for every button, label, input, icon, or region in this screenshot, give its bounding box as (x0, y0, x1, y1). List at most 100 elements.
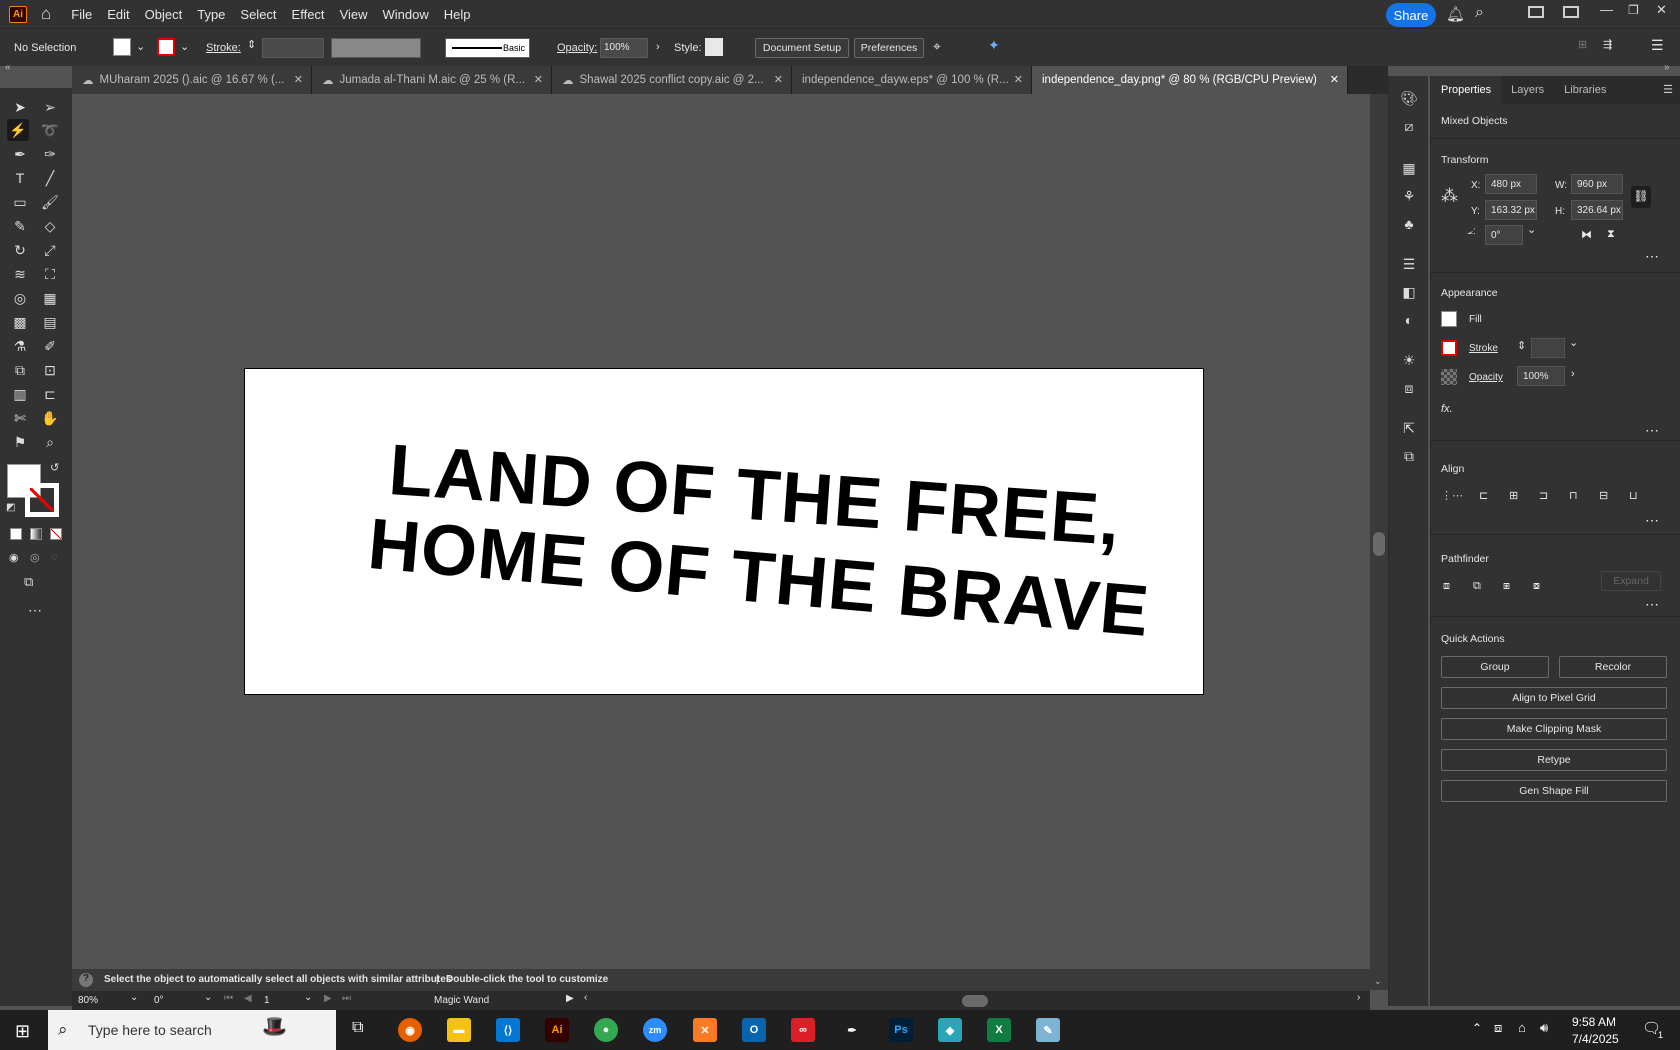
expand-button[interactable]: Expand (1601, 571, 1661, 591)
stroke-color-swatch[interactable] (25, 483, 59, 517)
align-icon[interactable]: ⊞ (1578, 38, 1587, 51)
preferences-button[interactable]: Preferences (854, 38, 924, 58)
clock-time[interactable]: 9:58 AM (1572, 1015, 1616, 1029)
file-explorer-icon[interactable]: ▬ (447, 1018, 471, 1042)
prev-artboard-icon[interactable]: ◀ (244, 993, 252, 1004)
workspace-icon[interactable] (1528, 6, 1544, 18)
bell-icon[interactable]: 🔔︎ (1446, 5, 1465, 23)
opacity-field[interactable]: 100% (600, 38, 648, 58)
align-vcenter-icon[interactable]: ⊟ (1599, 489, 1608, 502)
flip-vertical-icon[interactable]: ⧗ (1607, 228, 1615, 241)
unite-icon[interactable]: ⧈ (1443, 580, 1450, 593)
stepper-icon[interactable]: ⇕ (1517, 339, 1526, 352)
search-icon[interactable]: ⌕ (1475, 4, 1484, 22)
scroll-thumb[interactable] (1373, 532, 1385, 556)
pen-app-icon[interactable]: ✒ (840, 1018, 864, 1042)
none-mode-icon[interactable] (50, 528, 62, 540)
vscode-icon[interactable]: ⟨⟩ (496, 1018, 520, 1042)
photoshop-icon[interactable]: Ps (889, 1018, 913, 1042)
exclude-icon[interactable]: ⧇ (1533, 580, 1540, 593)
stroke-swatch[interactable] (157, 38, 175, 56)
close-tab-icon[interactable]: ✕ (1330, 73, 1339, 86)
graph-tool-icon[interactable]: ▥ (9, 383, 31, 405)
appearance-icon[interactable]: ☀ (1399, 350, 1419, 370)
pencil-tool-icon[interactable]: ✎ (9, 215, 31, 237)
artboard[interactable]: LAND OF THE FREE, HOME OF THE BRAVE (244, 368, 1204, 695)
tab-layers[interactable]: Layers (1501, 76, 1554, 104)
style-swatch[interactable] (705, 38, 723, 56)
curvature-tool-icon[interactable]: ✑ (39, 143, 61, 165)
horizontal-scroll-thumb[interactable] (962, 995, 988, 1007)
default-colors-icon[interactable]: ◩ (6, 502, 15, 513)
gen-shape-fill-button[interactable]: Gen Shape Fill (1441, 780, 1667, 802)
hand-tool-icon[interactable]: ✋ (39, 407, 61, 429)
align-to-icon[interactable]: ⋮⋯ (1441, 489, 1463, 502)
free-transform-tool-icon[interactable]: ⛶ (39, 263, 61, 285)
artboards-icon[interactable]: ⧉ (1399, 446, 1419, 466)
menu-help[interactable]: Help (444, 7, 471, 22)
fill-swatch[interactable] (1441, 311, 1457, 327)
draw-normal-icon[interactable]: ◉ (9, 551, 19, 564)
symbols-icon[interactable]: ♣ (1399, 214, 1419, 234)
selection-tool-icon[interactable]: ➤ (9, 96, 31, 118)
home-icon[interactable]: ⌂ (41, 4, 51, 24)
swap-colors-icon[interactable]: ↺ (50, 461, 59, 474)
align-hcenter-icon[interactable]: ⊞ (1509, 489, 1518, 502)
chevron-down-icon[interactable]: ⌄ (1527, 223, 1536, 236)
menu-file[interactable]: File (71, 7, 92, 22)
more-options-icon[interactable]: ⋯ (1645, 422, 1659, 439)
close-tab-icon[interactable]: ✕ (534, 73, 543, 86)
pen-tool-icon[interactable]: ✒ (9, 143, 31, 165)
chrome-icon[interactable]: ● (594, 1018, 618, 1042)
eyedropper-tool-icon[interactable]: ⚗ (9, 335, 31, 357)
panel-menu-icon[interactable]: ☰ (1663, 83, 1673, 96)
draw-inside-icon[interactable]: ◌ (51, 551, 58, 563)
measure-tool-icon[interactable]: ✐ (39, 335, 61, 357)
tray-app-icon[interactable]: ⧈ (1494, 1020, 1502, 1036)
scale-tool-icon[interactable]: ⤢ (39, 239, 61, 261)
last-artboard-icon[interactable]: ⏭ (342, 993, 351, 1004)
volume-icon[interactable]: 🔊︎ (1540, 1020, 1548, 1036)
outlook-icon[interactable]: O (742, 1018, 766, 1042)
illustrator-taskbar-icon[interactable]: Ai (545, 1018, 569, 1042)
opacity-label[interactable]: Opacity (1469, 372, 1503, 383)
constrain-proportions-icon[interactable]: ⛓ (1631, 186, 1651, 208)
zoom-field[interactable]: 80% (78, 995, 98, 1006)
menu-type[interactable]: Type (197, 7, 225, 22)
line-tool-icon[interactable]: ╱ (39, 167, 61, 189)
rotate-tool-icon[interactable]: ↻ (9, 239, 31, 261)
shape-builder-tool-icon[interactable]: ◎ (9, 287, 31, 309)
zoom-tool-icon[interactable]: ⌕ (39, 431, 61, 453)
clock-date[interactable]: 7/4/2025 (1572, 1032, 1619, 1046)
lasso-tool-icon[interactable]: ➰ (39, 119, 61, 141)
share-button[interactable]: Share (1386, 3, 1436, 27)
gradient-tool-icon[interactable]: ▤ (39, 311, 61, 333)
windows-start-icon[interactable]: ⊞ (15, 1021, 30, 1042)
taskbar-search-box[interactable]: ⌕ Type here to search 🎩 (48, 1010, 336, 1050)
mesh-tool-icon[interactable]: ▩ (9, 311, 31, 333)
more-tools-icon[interactable]: ⋯ (28, 602, 42, 619)
stroke-swatch[interactable] (1441, 340, 1457, 356)
blend-tool-icon[interactable]: ⧉ (9, 359, 31, 381)
eraser-tool-icon[interactable]: ◇ (39, 215, 61, 237)
slice-tool-icon[interactable]: ✄ (9, 407, 31, 429)
chevron-down-icon[interactable]: ⌄ (304, 992, 312, 1003)
stepper-icon[interactable]: ⇕ (247, 38, 256, 51)
width-tool-icon[interactable]: ≋ (9, 263, 31, 285)
collapse-right-icon[interactable]: » (1664, 62, 1670, 73)
distribute-icon[interactable]: ⇶ (1603, 38, 1612, 51)
close-tab-icon[interactable]: ✕ (294, 73, 303, 86)
creative-cloud-icon[interactable]: ∞ (791, 1018, 815, 1042)
variable-width-field[interactable] (331, 38, 421, 58)
tab-libraries[interactable]: Libraries (1554, 76, 1616, 104)
stroke-panel-icon[interactable]: ☰ (1399, 254, 1419, 274)
stroke-weight-field[interactable] (1531, 338, 1565, 358)
perspective-grid-tool-icon[interactable]: ▦ (39, 287, 61, 309)
more-options-icon[interactable]: ⋯ (1645, 248, 1659, 265)
opacity-field[interactable]: 100% (1517, 366, 1565, 386)
search-highlight-icon[interactable]: 🎩 (262, 1014, 287, 1039)
firefox-icon[interactable]: ◉ (398, 1018, 422, 1042)
magic-wand-tool-icon[interactable]: ⚡ (7, 119, 29, 141)
artboard-number-field[interactable]: 1 (264, 995, 270, 1006)
flip-horizontal-icon[interactable]: ⧓ (1581, 228, 1592, 241)
